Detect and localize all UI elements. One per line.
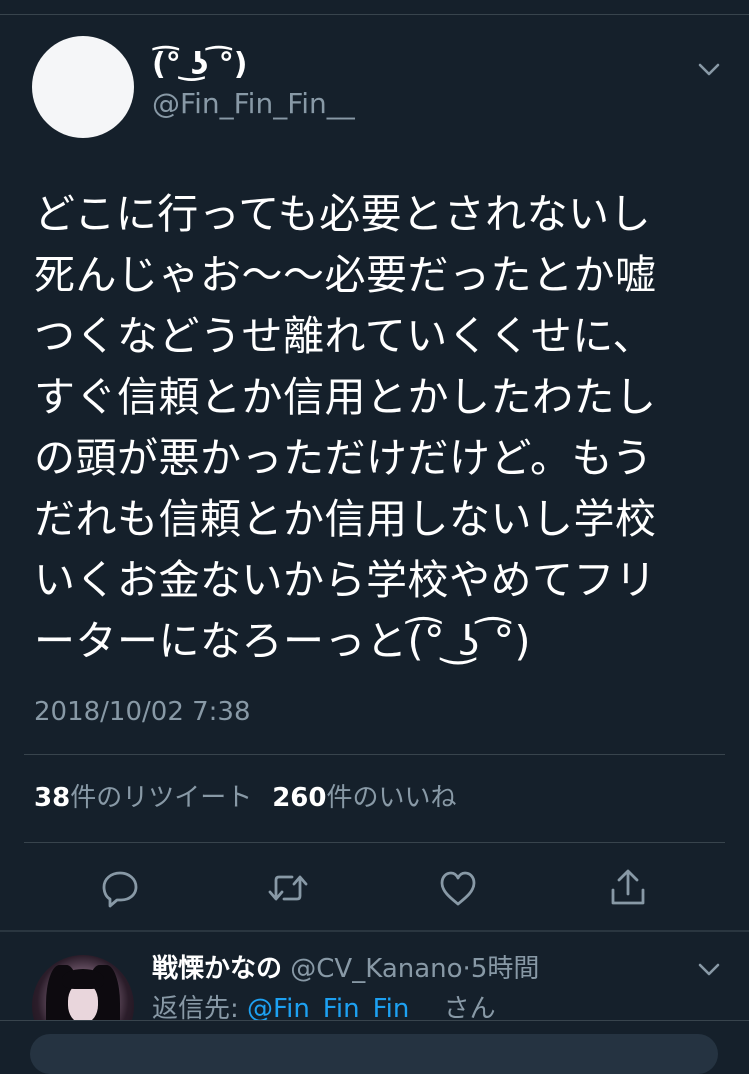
reply-author-handle[interactable]: @CV_Kanano	[290, 954, 462, 984]
tweet-text-line: どこに行っても必要とされないし	[34, 190, 652, 238]
like-count: 260	[272, 783, 327, 813]
heart-icon[interactable]	[436, 866, 480, 910]
reply-time[interactable]: 5時間	[471, 954, 540, 984]
like-label: 件のいいね	[326, 783, 457, 813]
tweet-text-line: の頭が悪かっただけだけど。もう	[34, 434, 654, 482]
like-stat[interactable]: 260件のいいね	[272, 783, 456, 813]
top-edge	[0, 0, 749, 15]
section-divider	[0, 930, 749, 932]
tweet-stats: 38件のリツイート 260件のいいね	[34, 780, 457, 816]
divider	[24, 842, 725, 843]
retweet-icon[interactable]	[266, 866, 310, 910]
reply-compose-input[interactable]	[30, 1034, 718, 1074]
author-display-name[interactable]: (͡° ͜ʖ ͡°)	[152, 46, 248, 84]
tweet-text-line: ーターになろーっと(͡° ͜ʖ ͡°)	[34, 617, 531, 665]
tweet-text-line: すぐ信頼とか信用とかしたわたし	[34, 373, 657, 421]
share-icon[interactable]	[606, 866, 650, 910]
chevron-down-icon[interactable]	[696, 956, 722, 982]
tweet-text: どこに行っても必要とされないし 死んじゃお〜〜必要だったとか嘘 つくなどうせ離れ…	[34, 184, 724, 672]
tweet-text-line: いくお金ないから学校やめてフリ	[34, 556, 657, 604]
divider	[24, 754, 725, 755]
retweet-count: 38	[34, 783, 71, 813]
retweet-stat[interactable]: 38件のリツイート	[34, 783, 252, 813]
chevron-down-icon[interactable]	[696, 56, 722, 82]
author-handle[interactable]: @Fin_Fin_Fin__	[152, 86, 355, 122]
reply-separator: ·	[462, 954, 471, 984]
reply-header: 戦慄かなの @CV_Kanano·5時間	[152, 952, 539, 986]
tweet-text-line: 死んじゃお〜〜必要だったとか嘘	[34, 251, 657, 299]
tweet-text-line: つくなどうせ離れていくくせに、	[34, 312, 655, 360]
retweet-label: 件のリツイート	[70, 783, 253, 813]
tweet-timestamp[interactable]: 2018/10/02 7:38	[34, 694, 251, 730]
author-avatar[interactable]	[32, 36, 134, 138]
reply-icon[interactable]	[98, 866, 142, 910]
tweet-text-line: だれも信頼とか信用しないし学校	[34, 495, 657, 543]
reply-author-name[interactable]: 戦慄かなの	[152, 954, 282, 984]
